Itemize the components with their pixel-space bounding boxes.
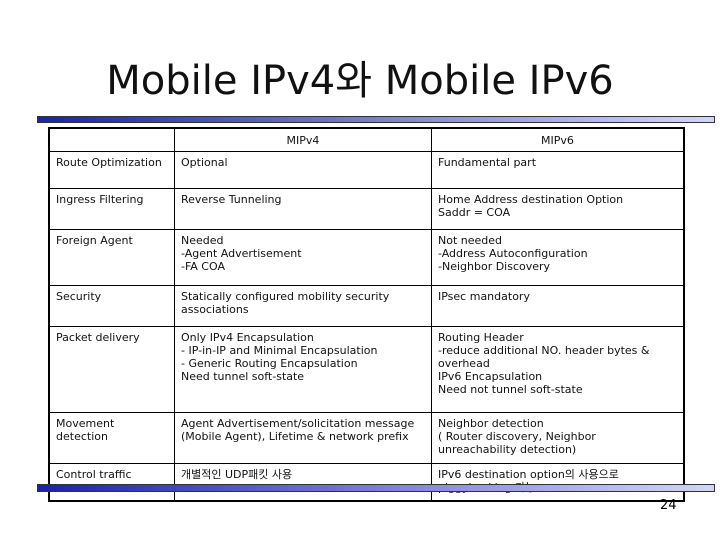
- cell-line: Reverse Tunneling: [181, 193, 282, 206]
- table-row: Security Statically configured mobility s…: [48, 285, 685, 327]
- feature-cell: Security: [48, 285, 175, 327]
- feature-cell: Route Optimization: [48, 151, 175, 189]
- cell-line: IPv6 Encapsulation: [438, 370, 543, 383]
- column-header: [48, 127, 175, 152]
- table-row: Route Optimization Optional Fundamental pa…: [48, 151, 685, 189]
- cell-line: Need tunnel soft-state: [181, 370, 305, 383]
- column-header: MIPv4: [174, 127, 432, 152]
- cell-line: Neighbor detection: [438, 417, 544, 430]
- slide-title: Mobile IPv4와 Mobile IPv6: [106, 58, 614, 104]
- table-row: Packet delivery Only IPv4 Encapsulation - …: [48, 326, 685, 413]
- mipv6-cell: Routing Header -reduce additional NO. hea…: [431, 326, 685, 413]
- table-row: Movement detection Agent Advertisement/so…: [48, 412, 685, 464]
- mipv4-cell: Needed -Agent Advertisement -FA COA: [174, 229, 432, 286]
- mipv6-cell: Fundamental part: [431, 151, 685, 189]
- cell-line: associations: [181, 303, 249, 316]
- feature-cell: Control traffic: [48, 463, 175, 502]
- cell-line: -reduce additional NO. header bytes &: [438, 344, 650, 357]
- mipv6-cell: Neighbor detection( Router discovery, Ne…: [431, 412, 685, 464]
- cell-line: Need not tunnel soft-state: [438, 383, 583, 396]
- feature-cell: Ingress Filtering: [48, 188, 175, 230]
- cell-line: -FA COA: [181, 260, 225, 273]
- header-row: MIPv4 MIPv6: [48, 127, 685, 152]
- comparison-table: MIPv4 MIPv6 Route Optimization Optional Fund…: [48, 127, 685, 502]
- cell-line: - Generic Routing Encapsulation: [181, 357, 358, 370]
- mipv6-cell: Not needed -Address Autoconfiguration -Nei…: [431, 229, 685, 286]
- mipv4-cell: Agent Advertisement/solicitation message…: [174, 412, 432, 464]
- mipv4-cell: Statically configured mobility security a…: [174, 285, 432, 327]
- cell-line: overhead: [438, 357, 490, 370]
- cell-line: 개별적인 UDP패킷 사용: [181, 468, 293, 481]
- mipv4-cell: 개별적인 UDP패킷 사용: [174, 463, 432, 502]
- cell-line: Saddr = COA: [438, 206, 511, 219]
- mipv6-cell: Home Address destination Option Saddr = C…: [431, 188, 685, 230]
- cell-line: Routing Header: [438, 331, 524, 344]
- cell-line: IPsec mandatory: [438, 290, 530, 303]
- cell-line: Optional: [181, 156, 228, 169]
- mipv4-cell: Only IPv4 Encapsulation - IP-in-IP and Mi…: [174, 326, 432, 413]
- feature-cell: Foreign Agent: [48, 229, 175, 286]
- cell-line: -Address Autoconfiguration: [438, 247, 588, 260]
- table-row: Control traffic 개별적인 UDP패킷 사용 IPv6 destina…: [48, 463, 685, 502]
- cell-line: Needed: [181, 234, 224, 247]
- cell-line: Only IPv4 Encapsulation: [181, 331, 314, 344]
- cell-line: ( Router discovery, Neighbor: [438, 430, 596, 443]
- cell-line: - IP-in-IP and Minimal Encapsulation: [181, 344, 378, 357]
- cell-line: Agent Advertisement/solicitation message: [181, 417, 415, 430]
- mipv6-cell: IPv6 destination option의 사용으로piggybackin…: [431, 463, 685, 502]
- feature-cell: Packet delivery: [48, 326, 175, 413]
- mipv6-cell: IPsec mandatory: [431, 285, 685, 327]
- bottom-gradient-bar: [37, 484, 715, 492]
- cell-line: Not needed: [438, 234, 503, 247]
- cell-line: IPv6 destination option의 사용으로: [438, 468, 619, 481]
- cell-line: Home Address destination Option: [438, 193, 624, 206]
- mipv4-cell: Optional: [174, 151, 432, 189]
- table-row: Ingress Filtering Reverse Tunneling Home A…: [48, 188, 685, 230]
- table-row: Foreign Agent Needed -Agent Advertisement -…: [48, 229, 685, 286]
- page-number: 24: [660, 498, 677, 513]
- cell-line: Statically configured mobility security: [181, 290, 390, 303]
- feature-cell: Movement detection: [48, 412, 175, 464]
- cell-line: (Mobile Agent), Lifetime & network prefi…: [181, 430, 409, 443]
- cell-line: -Neighbor Discovery: [438, 260, 551, 273]
- cell-line: Fundamental part: [438, 156, 537, 169]
- top-gradient-bar: [37, 116, 715, 123]
- cell-line: unreachability detection): [438, 443, 577, 456]
- column-header: MIPv6: [431, 127, 685, 152]
- cell-line: -Agent Advertisement: [181, 247, 302, 260]
- mipv4-cell: Reverse Tunneling: [174, 188, 432, 230]
